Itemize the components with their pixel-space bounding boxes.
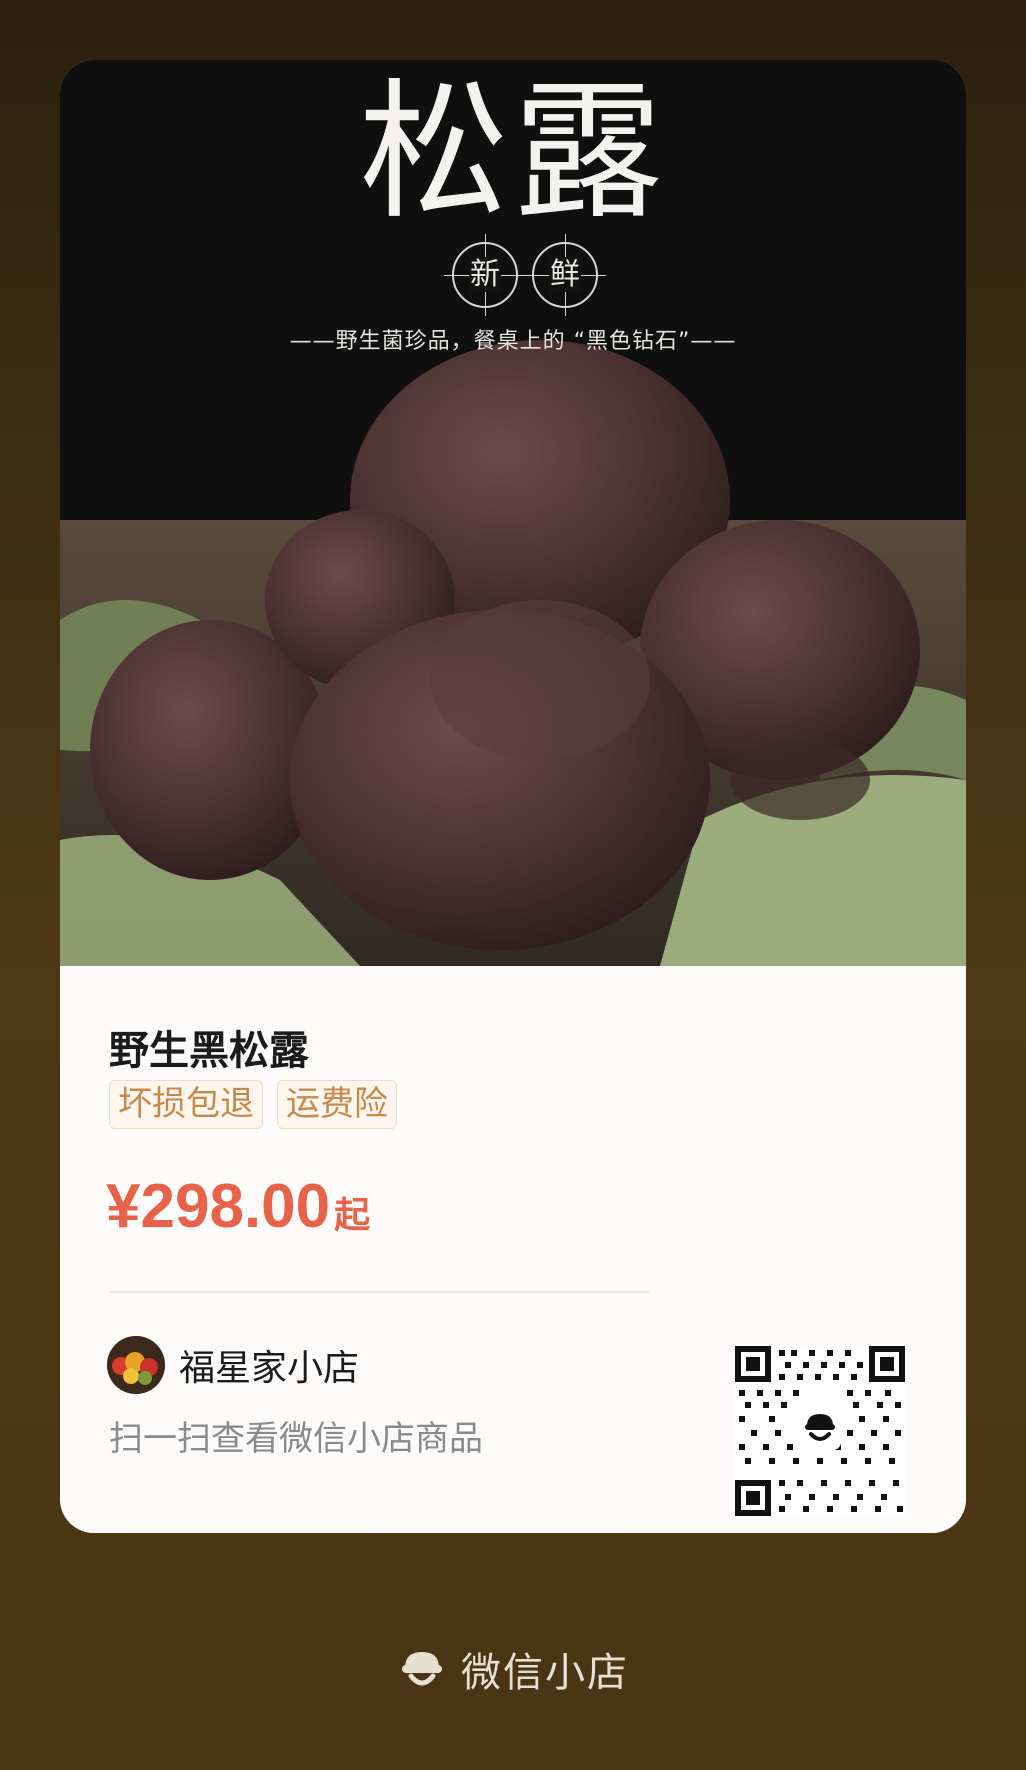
price: ¥298.00 起 xyxy=(106,1171,370,1242)
product-info-panel: 野生黑松露 坏损包退 运费险 ¥298.00起 福星家小店 扫一扫查看微信小店 xyxy=(60,966,966,1533)
wechat-shop-icon xyxy=(402,1652,442,1686)
service-tags: 坏损包退 运费险 xyxy=(109,1080,397,1129)
hero-title: 松露 xyxy=(358,66,667,240)
tag-damage-refund: 坏损包退 xyxy=(109,1080,263,1129)
shop-avatar[interactable] xyxy=(107,1336,165,1394)
divider xyxy=(109,1291,649,1293)
seal-fresh-left: 新 xyxy=(444,234,526,316)
tag-shipping-insurance: 运费险 xyxy=(277,1080,397,1129)
shop-row[interactable]: 福星家小店 xyxy=(107,1336,359,1394)
qr-code[interactable] xyxy=(735,1346,905,1516)
brand-label: 微信小店 xyxy=(461,1650,629,1696)
product-share-card[interactable]: 松露 新 鲜 ——野生菌珍品，餐桌上的 “黑色钻石”—— 野生黑松露 坏损包退 … xyxy=(60,60,966,1533)
product-image[interactable]: 松露 新 鲜 ——野生菌珍品，餐桌上的 “黑色钻石”—— xyxy=(60,60,966,966)
product-title[interactable]: 野生黑松露 xyxy=(109,1018,309,1076)
price-amount: ¥298.00 xyxy=(106,1172,331,1241)
seal-fresh-right: 鲜 xyxy=(524,234,606,316)
footer-brand: 微信小店 xyxy=(0,1640,1026,1698)
price-suffix: 起 xyxy=(334,1194,371,1235)
scan-hint: 扫一扫查看微信小店商品 xyxy=(109,1419,483,1459)
hero-subtitle: ——野生菌珍品，餐桌上的 “黑色钻石”—— xyxy=(289,329,737,354)
shop-name[interactable]: 福星家小店 xyxy=(179,1339,359,1391)
